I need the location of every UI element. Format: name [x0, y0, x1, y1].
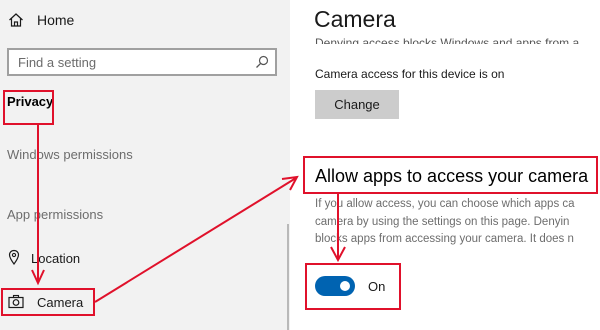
cut-off-description: Denying access blocks Windows and apps f…	[315, 36, 580, 44]
privacy-highlight-box	[3, 90, 54, 125]
home-label: Home	[37, 12, 75, 28]
sidebar-item-home[interactable]: Home	[8, 9, 74, 31]
camera-highlight-box	[1, 288, 95, 316]
allow-apps-description: If you allow access, you can choose whic…	[315, 196, 600, 249]
sidebar-scrollbar[interactable]	[287, 224, 289, 330]
search-input[interactable]	[9, 50, 256, 74]
device-access-status: Camera access for this device is on	[315, 67, 505, 81]
location-label: Location	[31, 250, 81, 266]
app-permissions-heading: App permissions	[7, 207, 104, 222]
search-box	[7, 48, 277, 76]
description-line: If you allow access, you can choose whic…	[315, 198, 575, 210]
settings-sidebar: Home Privacy Windows permissions App per…	[0, 0, 290, 330]
change-button[interactable]: Change	[315, 90, 399, 119]
windows-permissions-heading: Windows permissions	[7, 147, 133, 162]
page-title: Camera	[314, 6, 396, 32]
heading-highlight-box	[303, 156, 598, 194]
location-icon	[7, 249, 25, 267]
description-line: camera by using the settings on this pag…	[315, 215, 570, 228]
sidebar-item-location[interactable]: Location	[7, 248, 80, 268]
toggle-highlight-box	[305, 263, 401, 310]
home-icon	[8, 12, 24, 28]
search-icon[interactable]	[254, 54, 270, 70]
description-line: blocks apps from accessing your camera. …	[315, 233, 574, 245]
